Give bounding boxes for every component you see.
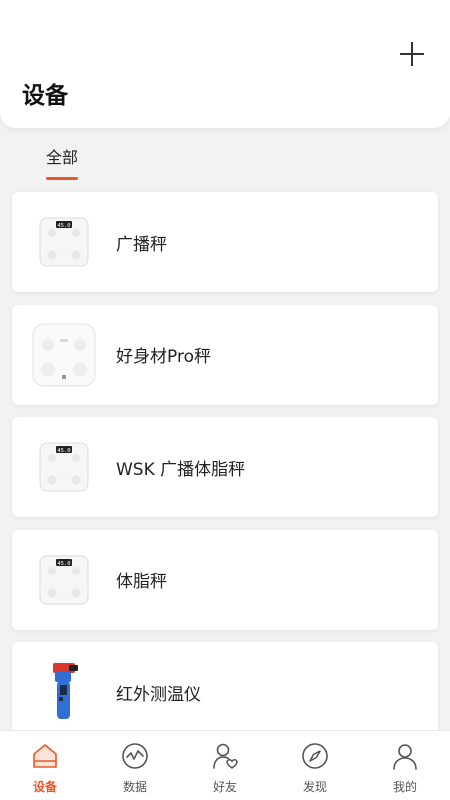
nav-label: 我的: [392, 780, 417, 794]
device-name: 好身材Pro秤: [116, 347, 211, 367]
device-card[interactable]: 红外测温仪: [12, 642, 438, 742]
nav-devices[interactable]: 设备: [0, 731, 90, 800]
bottom-nav: 设备 数据 好友 发现 我的: [0, 730, 450, 800]
nav-discover[interactable]: 发现: [270, 731, 360, 800]
nav-label: 数据: [122, 780, 147, 794]
nav-data[interactable]: 数据: [90, 731, 180, 800]
device-name: 红外测温仪: [116, 684, 201, 705]
nav-profile[interactable]: 我的: [360, 731, 450, 800]
tab-all-label: 全部: [46, 148, 79, 167]
device-card[interactable]: 好身材Pro秤: [12, 304, 438, 405]
thermometer-gun-icon: [53, 663, 78, 719]
device-name: 广播秤: [116, 234, 167, 255]
plus-icon: [400, 42, 424, 66]
tab-bar: 全部: [46, 144, 79, 180]
scale-icon: 45.0: [39, 555, 89, 604]
scale-icon: 45.0: [39, 217, 89, 267]
nav-label: 好友: [212, 780, 237, 794]
device-name: 体脂秤: [116, 572, 167, 592]
device-list: 45.0 广播秤 好身材Pro秤 45.0 WSK 广播体脂秤 45.0 体脂秤…: [12, 192, 438, 755]
nav-label: 设备: [32, 780, 57, 794]
page-title: 设备: [22, 83, 68, 109]
scale-pro-icon: [32, 323, 96, 386]
device-card[interactable]: 45.0 广播秤: [12, 192, 438, 292]
scale-display-text: 45.0: [57, 448, 70, 454]
scale-display-text: 45.0: [57, 223, 70, 229]
header: 设备: [0, 0, 450, 128]
nav-friends[interactable]: 好友: [180, 731, 270, 800]
profile-icon: [393, 744, 417, 770]
nav-label: 发现: [302, 780, 327, 794]
device-name: WSK 广播体脂秤: [116, 459, 246, 480]
scale-display-text: 45.0: [57, 561, 70, 567]
tab-all[interactable]: 全部: [46, 144, 79, 180]
scale-icon: 45.0: [39, 442, 89, 492]
device-card[interactable]: 45.0 WSK 广播体脂秤: [12, 417, 438, 517]
add-device-button[interactable]: [394, 36, 430, 72]
device-card[interactable]: 45.0 体脂秤: [12, 529, 438, 630]
home-icon: [33, 744, 57, 768]
tab-active-indicator: [46, 177, 79, 180]
friends-icon: [213, 743, 238, 769]
chart-icon: [122, 743, 148, 769]
compass-icon: [302, 743, 328, 769]
